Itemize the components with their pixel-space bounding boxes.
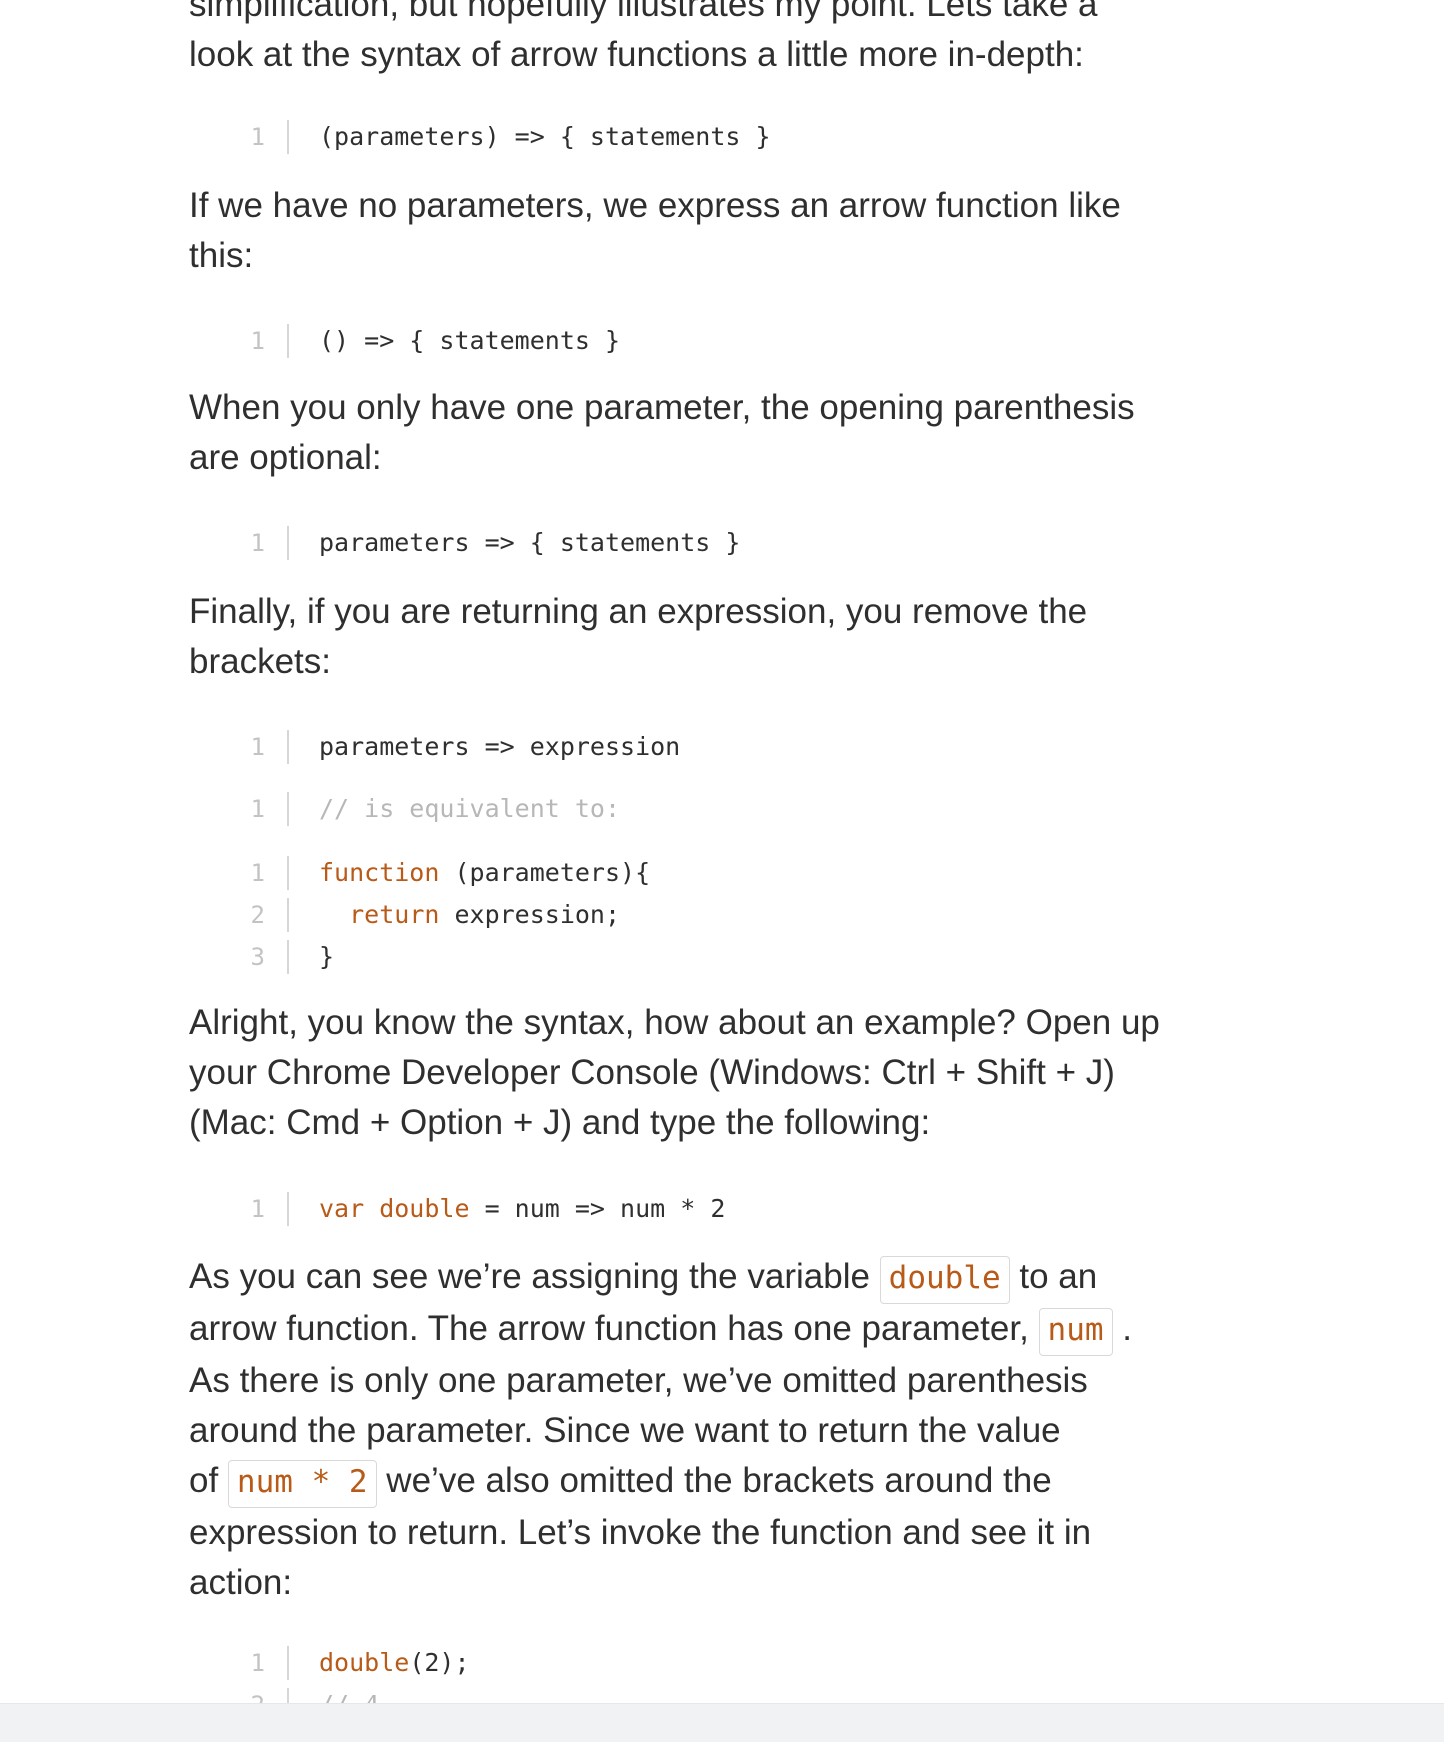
text-segment: As you can see we’re assigning the varia… xyxy=(189,1257,880,1296)
code-line: 1 parameters => expression xyxy=(225,726,1125,768)
code-text: } xyxy=(319,942,335,971)
code-gutter-divider xyxy=(287,898,289,932)
paragraph-explanation: As you can see we’re assigning the varia… xyxy=(189,1252,1209,1608)
inline-code-num-times-2: num * 2 xyxy=(227,1460,377,1508)
paragraph-example-intro: Alright, you know the syntax, how about … xyxy=(189,998,1209,1148)
code-keyword: function xyxy=(319,858,440,887)
text-segment: we’ve also omitted the brackets around t… xyxy=(376,1461,1052,1500)
code-rest: expression; xyxy=(439,900,621,929)
paragraph-line: this: xyxy=(189,236,254,275)
code-gutter-divider xyxy=(287,526,289,560)
code-gutter-divider xyxy=(287,792,289,826)
code-rest: (2); xyxy=(409,1648,470,1677)
bottom-bar xyxy=(0,1703,1444,1742)
paragraph-line: around the parameter. Since we want to r… xyxy=(189,1411,1061,1450)
paragraph-one-parameter: When you only have one parameter, the op… xyxy=(189,383,1209,483)
code-line: 1 parameters => { statements } xyxy=(225,522,1125,564)
code-keyword: double xyxy=(319,1648,410,1677)
line-number: 1 xyxy=(250,1649,265,1677)
article-content: simplification, but hopefully illustrate… xyxy=(0,0,1444,1742)
paragraph-line: As you can see we’re assigning the varia… xyxy=(189,1256,1098,1304)
paragraph-line: Finally, if you are returning an express… xyxy=(189,592,1088,631)
paragraph-line: your Chrome Developer Console (Windows: … xyxy=(189,1053,1115,1092)
code-block-function-equivalent: 1 function (parameters){ 2 return expres… xyxy=(225,852,1125,978)
code-line: 3 } xyxy=(225,936,1125,978)
code-gutter-divider xyxy=(287,324,289,358)
paragraph-line: As there is only one parameter, we’ve om… xyxy=(189,1361,1088,1400)
code-gutter-divider xyxy=(287,856,289,890)
code-gutter-divider xyxy=(287,1192,289,1226)
code-line: 1 function (parameters){ xyxy=(225,852,1125,894)
line-number: 3 xyxy=(250,943,265,971)
code-text: parameters => expression xyxy=(319,732,681,761)
code-block-one-parameter: 1 parameters => { statements } xyxy=(225,522,1125,564)
paragraph-line: simplification, but hopefully illustrate… xyxy=(189,0,1098,24)
paragraph-line: of num * 2 we’ve also omitted the bracke… xyxy=(189,1460,1052,1508)
paragraph-no-parameters: If we have no parameters, we express an … xyxy=(189,181,1209,281)
paragraph-line: look at the syntax of arrow functions a … xyxy=(189,35,1084,74)
code-line: 1 var double = num => num * 2 xyxy=(225,1188,1125,1230)
code-text: function (parameters){ xyxy=(319,852,650,894)
text-segment: arrow function. The arrow function has o… xyxy=(189,1309,1039,1348)
paragraph-line: (Mac: Cmd + Option + J) and type the fol… xyxy=(189,1103,931,1142)
line-number: 1 xyxy=(250,529,265,557)
paragraph-return-expression: Finally, if you are returning an express… xyxy=(189,587,1209,687)
line-number: 1 xyxy=(250,795,265,823)
code-gutter-divider xyxy=(287,120,289,154)
code-gutter-divider xyxy=(287,730,289,764)
inline-code-num: num xyxy=(1038,1308,1113,1356)
paragraph-intro-end: simplification, but hopefully illustrate… xyxy=(189,0,1209,80)
code-block-expression: 1 parameters => expression xyxy=(225,726,1125,768)
code-comment: // is equivalent to: xyxy=(319,794,621,823)
code-gutter-divider xyxy=(287,1646,289,1680)
code-line: 1 double(2); xyxy=(225,1642,1125,1684)
code-line: 1 (parameters) => { statements } xyxy=(225,116,1125,158)
paragraph-line: Alright, you know the syntax, how about … xyxy=(189,1003,1160,1042)
line-number: 1 xyxy=(250,733,265,761)
text-segment: of xyxy=(189,1461,228,1500)
line-number: 1 xyxy=(250,859,265,887)
code-text: double(2); xyxy=(319,1642,470,1684)
paragraph-line: action: xyxy=(189,1563,293,1602)
code-text: parameters => { statements } xyxy=(319,528,741,557)
code-keyword: var double xyxy=(319,1194,470,1223)
paragraph-line: If we have no parameters, we express an … xyxy=(189,186,1121,225)
code-block-no-parameters: 1 () => { statements } xyxy=(225,320,1125,362)
line-number: 1 xyxy=(250,1195,265,1223)
line-number: 1 xyxy=(250,327,265,355)
paragraph-line: expression to return. Let’s invoke the f… xyxy=(189,1513,1092,1552)
code-line: 1 // is equivalent to: xyxy=(225,788,1125,830)
code-block-double-example: 1 var double = num => num * 2 xyxy=(225,1188,1125,1230)
code-text: (parameters) => { statements } xyxy=(319,122,771,151)
code-text: return expression; xyxy=(319,894,620,936)
inline-code-double: double xyxy=(879,1256,1010,1304)
paragraph-line: When you only have one parameter, the op… xyxy=(189,388,1135,427)
code-gutter-divider xyxy=(287,940,289,974)
code-line: 1 () => { statements } xyxy=(225,320,1125,362)
code-text: () => { statements } xyxy=(319,326,621,355)
code-keyword: return xyxy=(349,900,440,929)
text-segment: . xyxy=(1112,1309,1132,1348)
code-line: 2 return expression; xyxy=(225,894,1125,936)
paragraph-line: arrow function. The arrow function has o… xyxy=(189,1308,1132,1356)
text-segment: to an xyxy=(1009,1257,1098,1296)
code-text: var double = num => num * 2 xyxy=(319,1188,725,1230)
code-block-comment: 1 // is equivalent to: xyxy=(225,788,1125,830)
code-rest: (parameters){ xyxy=(439,858,651,887)
paragraph-line: are optional: xyxy=(189,438,382,477)
code-rest: = num => num * 2 xyxy=(469,1194,726,1223)
paragraph-line: brackets: xyxy=(189,642,331,681)
line-number: 2 xyxy=(250,901,265,929)
line-number: 1 xyxy=(250,123,265,151)
code-block-syntax: 1 (parameters) => { statements } xyxy=(225,116,1125,158)
